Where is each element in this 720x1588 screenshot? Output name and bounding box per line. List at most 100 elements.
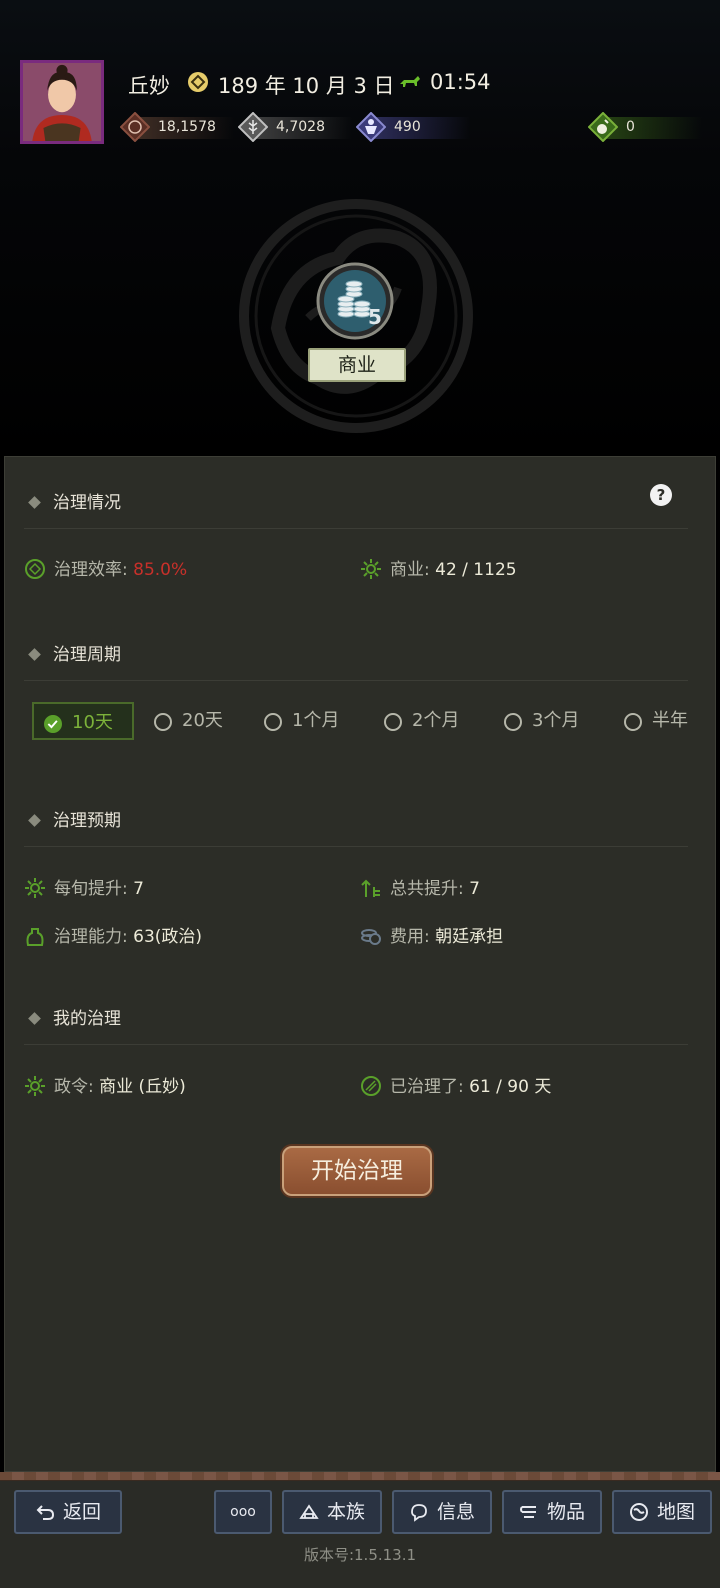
map-button[interactable]: 地图 <box>612 1490 712 1534</box>
cost-stat: 费用: 朝廷承担 <box>360 922 503 947</box>
order-label: 政令: <box>54 1077 94 1097</box>
efficiency-icon <box>25 559 45 579</box>
period-option-label: 2个月 <box>412 710 460 731</box>
special-value: 0 <box>626 119 635 135</box>
soldier-icon <box>356 112 386 142</box>
efficiency-label: 治理效率: <box>54 560 128 580</box>
cost-value: 朝廷承担 <box>435 927 504 947</box>
game-date: 189 年 10 月 3 日 <box>218 74 395 98</box>
increase-arrow-icon <box>361 879 380 897</box>
commerce-value: 42 / 1125 <box>435 560 517 580</box>
days-value: 61 / 90 天 <box>469 1077 552 1097</box>
items-label: 物品 <box>546 1501 585 1523</box>
governed-days-icon <box>361 1076 381 1096</box>
radio-icon <box>624 713 642 731</box>
bottom-trim <box>0 1472 720 1481</box>
troops-value: 490 <box>394 119 421 135</box>
total-value: 7 <box>469 879 480 899</box>
ability-label: 治理能力: <box>54 927 128 947</box>
game-time: 01:54 <box>430 70 491 94</box>
globe-icon <box>629 1503 648 1521</box>
sun-icon <box>25 1076 45 1096</box>
commerce-coins-icon <box>316 262 394 340</box>
mine-heading-text: 我的治理 <box>53 1009 121 1029</box>
diamond-bullet-icon <box>28 647 41 661</box>
divider <box>24 846 688 847</box>
period-option-20d[interactable]: 20天 <box>154 702 223 740</box>
scroll-icon <box>519 1506 536 1518</box>
info-button[interactable]: 信息 <box>392 1490 492 1534</box>
info-label: 信息 <box>436 1501 475 1523</box>
radio-icon <box>154 713 172 731</box>
start-governing-button[interactable]: 开始治理 <box>282 1146 432 1196</box>
coins-icon <box>361 929 381 945</box>
period-option-label: 10天 <box>72 712 113 733</box>
order-value: 商业 (丘妙) <box>99 1077 186 1097</box>
mine-heading: 我的治理 <box>24 1004 121 1029</box>
total-label: 总共提升: <box>390 879 464 899</box>
more-button[interactable]: ooo <box>214 1490 272 1534</box>
commerce-label: 商业: <box>390 560 430 580</box>
order-stat: 政令: 商业 (丘妙) <box>24 1072 186 1097</box>
divider <box>24 680 688 681</box>
clan-icon <box>299 1504 319 1519</box>
period-option-3m[interactable]: 3个月 <box>504 702 579 740</box>
diamond-bullet-icon <box>28 1011 41 1025</box>
per-xun-stat: 每旬提升: 7 <box>24 874 144 899</box>
period-option-2m[interactable]: 2个月 <box>384 702 459 740</box>
gold-value: 18,1578 <box>158 119 216 135</box>
radio-icon <box>504 713 522 731</box>
period-option-label: 20天 <box>182 710 223 731</box>
items-button[interactable]: 物品 <box>502 1490 602 1534</box>
version-label: 版本号:1.5.13.1 <box>303 1546 417 1564</box>
divider <box>24 528 688 529</box>
back-button[interactable]: 返回 <box>14 1490 122 1534</box>
back-arrow-icon <box>36 1505 54 1520</box>
commerce-title: 商业 <box>308 348 406 382</box>
horse-icon <box>398 74 422 90</box>
period-option-1m[interactable]: 1个月 <box>264 702 339 740</box>
governance-panel <box>4 456 716 1472</box>
period-option-label: 1个月 <box>292 710 340 731</box>
period-option-half-year[interactable]: 半年 <box>624 702 688 740</box>
gold-coin-icon <box>120 112 150 142</box>
days-stat: 已治理了: 61 / 90 天 <box>360 1072 551 1097</box>
period-option-10d[interactable]: 10天 <box>32 702 134 740</box>
efficiency-value: 85.0% <box>133 560 188 580</box>
calendar-icon <box>186 70 210 94</box>
days-label: 已治理了: <box>390 1077 464 1097</box>
commerce-level: 5 <box>368 305 382 329</box>
diamond-bullet-icon <box>28 495 41 509</box>
check-icon <box>44 715 62 733</box>
radio-icon <box>384 713 402 731</box>
ability-stat: 治理能力: 63(政治) <box>24 922 202 947</box>
player-avatar[interactable] <box>20 60 104 144</box>
efficiency-stat: 治理效率: 85.0% <box>24 555 187 580</box>
status-heading: 治理情况 <box>24 488 121 513</box>
food-value: 4,7028 <box>276 119 325 135</box>
grain-icon <box>238 112 268 142</box>
gold-resource[interactable]: 18,1578 <box>120 112 234 142</box>
map-label: 地图 <box>656 1501 695 1523</box>
ability-value: 63(政治) <box>133 927 203 947</box>
divider <box>24 1044 688 1045</box>
player-name: 丘妙 <box>128 74 170 98</box>
total-stat: 总共提升: 7 <box>360 874 480 899</box>
clan-button[interactable]: 本族 <box>282 1490 382 1534</box>
food-resource[interactable]: 4,7028 <box>238 112 352 142</box>
troops-resource[interactable]: 490 <box>356 112 470 142</box>
expected-heading-text: 治理预期 <box>53 811 121 831</box>
commerce-icon <box>361 559 381 579</box>
sun-icon <box>25 878 45 898</box>
radio-icon <box>264 713 282 731</box>
help-button[interactable]: ? <box>650 484 672 506</box>
period-heading-text: 治理周期 <box>53 645 121 665</box>
chat-bubble-icon <box>411 1504 427 1522</box>
back-label: 返回 <box>62 1501 101 1523</box>
per-xun-value: 7 <box>133 879 144 899</box>
special-resource[interactable]: 0 <box>588 112 708 142</box>
diamond-bullet-icon <box>28 813 41 827</box>
period-option-label: 3个月 <box>532 710 580 731</box>
expected-heading: 治理预期 <box>24 806 121 831</box>
status-heading-text: 治理情况 <box>53 493 121 513</box>
